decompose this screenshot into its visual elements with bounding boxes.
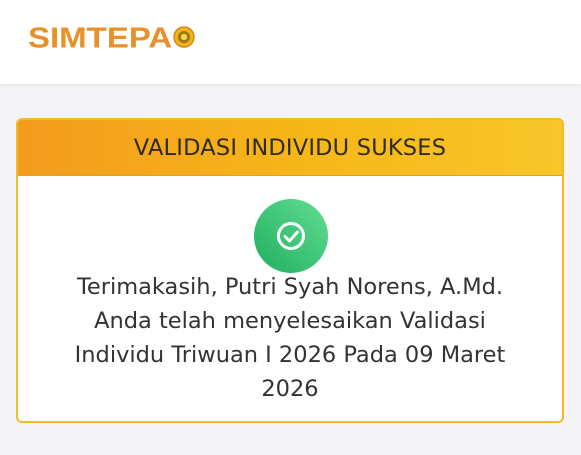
app-logo[interactable]: SIMTEPA — [28, 14, 195, 60]
check-circle-icon — [254, 199, 328, 273]
success-message: Terimakasih, Putri Syah Norens, A.Md. An… — [28, 270, 552, 406]
card-title: VALIDASI INDIVIDU SUKSES — [133, 134, 447, 161]
message-line: Individu Triwuan I 2026 Pada 09 Maret — [74, 342, 506, 368]
circle-emblem-icon — [173, 26, 195, 48]
card-header: VALIDASI INDIVIDU SUKSES — [18, 120, 562, 176]
validation-success-card: VALIDASI INDIVIDU SUKSES Terimakasih, Pu… — [16, 118, 564, 423]
message-line: Terimakasih, Putri Syah Norens, A.Md. — [76, 274, 504, 300]
message-line: Anda telah menyelesaikan Validasi — [94, 308, 486, 334]
top-bar: SIMTEPA — [0, 0, 581, 84]
message-line: 2026 — [261, 376, 319, 402]
logo-text: SIMTEPA — [28, 20, 173, 54]
